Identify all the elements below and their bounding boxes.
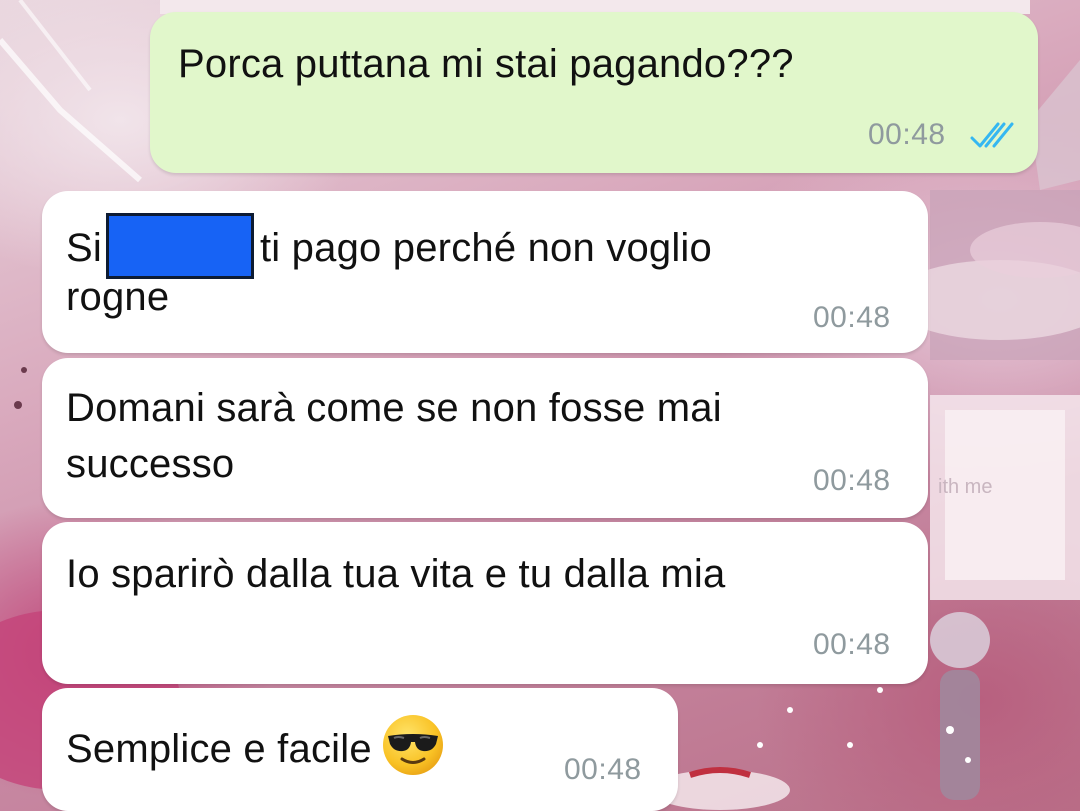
incoming-message[interactable]: Semplice e facile 00:48 <box>42 688 678 811</box>
message-time: 00:48 <box>564 753 642 786</box>
message-text: Semplice e facile <box>66 714 444 791</box>
sunglasses-emoji-icon <box>382 714 444 791</box>
message-time: 00:48 <box>813 628 891 661</box>
message-time: 00:48 <box>813 301 891 334</box>
read-receipt-icon <box>970 122 1014 148</box>
message-text-part: Semplice e facile <box>66 727 372 771</box>
incoming-message[interactable]: Si ti pago perché non voglio rogne 00:48 <box>42 191 928 353</box>
message-text: Domani sarà come se non fosse mai <box>66 386 722 430</box>
message-text-part: Si <box>66 226 102 270</box>
incoming-message[interactable]: Io sparirò dalla tua vita e tu dalla mia… <box>42 522 928 684</box>
message-text-part: ti pago perché non voglio <box>259 226 712 270</box>
message-time: 00:48 <box>813 464 891 497</box>
message-text: Porca puttana mi stai pagando??? <box>178 42 794 86</box>
outgoing-message[interactable]: Porca puttana mi stai pagando??? 00:48 <box>150 12 1038 173</box>
incoming-message[interactable]: Domani sarà come se non fosse mai succes… <box>42 358 928 518</box>
message-text-line2: successo <box>66 442 235 486</box>
message-time: 00:48 <box>868 118 946 151</box>
message-text-line2: rogne <box>66 275 170 319</box>
chat-area[interactable]: Porca puttana mi stai pagando??? 00:48 S… <box>0 0 1080 811</box>
message-text: Io sparirò dalla tua vita e tu dalla mia <box>66 552 726 596</box>
